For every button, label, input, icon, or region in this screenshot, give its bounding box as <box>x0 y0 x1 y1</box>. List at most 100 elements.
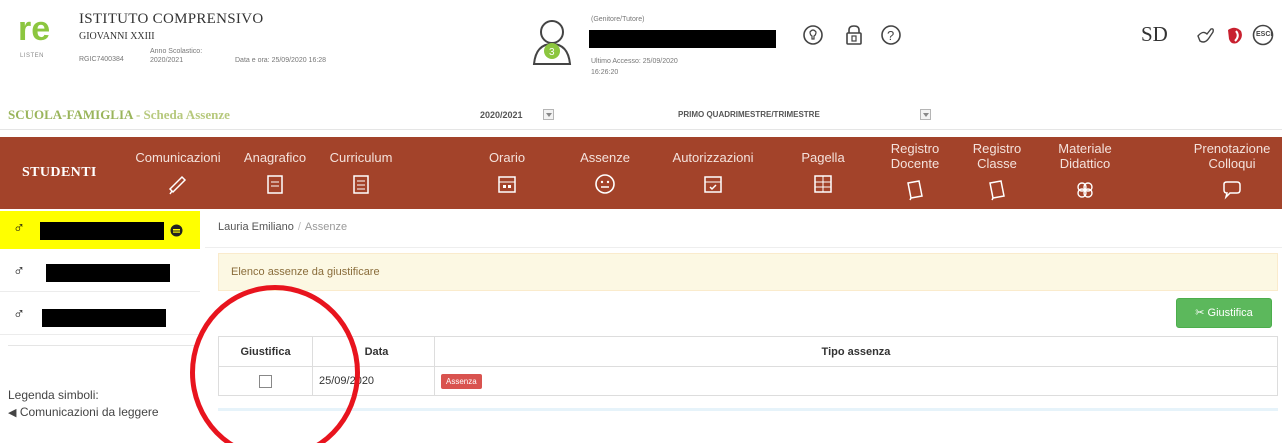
header-data: Data <box>312 336 435 367</box>
breadcrumb-current: Assenze <box>304 221 348 233</box>
smiley-icon <box>595 174 615 194</box>
nav-label-line1: Registro <box>972 141 1022 156</box>
nav-comunicazioni[interactable]: Comunicazioni <box>128 137 228 209</box>
info-alert: Elenco assenze da giustificare <box>218 253 1278 291</box>
nav-anagrafico[interactable]: Anagrafico <box>232 137 318 209</box>
nav-materiale-didattico[interactable]: Materiale Didattico <box>1045 137 1125 209</box>
document-icon <box>353 175 369 194</box>
megaphone-icon: ◀ <box>8 407 17 419</box>
student-name-redacted <box>40 222 164 240</box>
male-icon: ♂ <box>13 263 25 280</box>
logo-subtext: LISTEN <box>20 53 45 59</box>
student-row[interactable]: ♂ <box>0 254 200 292</box>
legend-title: Legenda simboli: <box>8 388 99 402</box>
calendar-icon <box>498 176 516 193</box>
top-header: re LISTEN ISTITUTO COMPRENSIVO GIOVANNI … <box>0 0 1282 95</box>
nav-registro-classe[interactable]: Registro Classe <box>962 137 1032 209</box>
svg-text:?: ? <box>887 28 894 43</box>
message-alert-icon <box>170 224 183 237</box>
student-name-redacted <box>46 264 170 282</box>
nav-label: Assenze <box>580 150 630 165</box>
report-card-icon <box>814 175 832 193</box>
breadcrumb-divider <box>205 247 1282 248</box>
absence-type-badge: Assenza <box>441 373 482 389</box>
lock-icon[interactable] <box>843 24 865 46</box>
table-row: 25/09/2020 Assenza <box>218 366 1278 396</box>
nav-label: Curriculum <box>329 150 393 165</box>
table-header-row: Giustifica Data Tipo assenza <box>218 336 1278 367</box>
section-bar: SCUOLA-FAMIGLIA - Scheda Assenze 2020/20… <box>0 100 1282 130</box>
id-card-icon <box>267 175 283 194</box>
student-row[interactable]: ♂ <box>0 211 200 249</box>
nav-registro-docente[interactable]: Registro Docente <box>880 137 950 209</box>
megaphone-icon <box>168 175 187 195</box>
male-icon: ♂ <box>13 220 25 237</box>
giustifica-checkbox[interactable] <box>259 374 272 388</box>
flower-icon <box>1077 182 1093 198</box>
main-nav: STUDENTI Comunicazioni Anagrafico Curric… <box>0 137 1282 209</box>
date-time: Data e ora: 25/09/2020 16:28 <box>235 57 327 64</box>
school-name: ISTITUTO COMPRENSIVO <box>79 11 264 27</box>
nav-curriculum[interactable]: Curriculum <box>318 137 404 209</box>
breadcrumb-student[interactable]: Lauria Emiliano <box>218 221 294 233</box>
nav-autorizzazioni[interactable]: Autorizzazioni <box>658 137 768 209</box>
speech-icon <box>1223 181 1241 200</box>
nav-label-line2: Classe <box>977 156 1017 171</box>
svg-text:3: 3 <box>549 47 555 58</box>
help-icon[interactable]: ? <box>880 24 902 46</box>
nav-label-line2: Didattico <box>1059 156 1111 171</box>
legend-item-label: Comunicazioni da leggere <box>19 405 159 419</box>
user-role: (Genitore/Tutore) <box>591 16 645 23</box>
giustifica-cell <box>218 366 313 396</box>
period-select-value: PRIMO QUADRIMESTRE/TRIMESTRE <box>678 110 820 119</box>
lightbulb-icon[interactable] <box>802 24 824 46</box>
nav-label: Orario <box>488 150 526 165</box>
hand-icon[interactable] <box>1195 24 1217 46</box>
studenti-label[interactable]: STUDENTI <box>22 165 97 181</box>
giustifica-button[interactable]: ✂ Giustifica <box>1176 298 1272 328</box>
sidebar-divider <box>8 345 198 346</box>
student-row[interactable]: ♂ <box>0 297 200 335</box>
school-subtitle: GIOVANNI XXIII <box>79 31 155 42</box>
book-icon <box>989 180 1005 201</box>
svg-text:re: re <box>18 14 50 44</box>
type-cell: Assenza <box>434 366 1278 396</box>
anno-value: 2020/2021 <box>150 57 184 64</box>
student-name-redacted <box>42 309 166 327</box>
period-dropdown-icon[interactable] <box>920 109 931 120</box>
user-avatar-icon[interactable]: 3 <box>530 18 574 66</box>
breadcrumb: Lauria Emiliano / Assenze <box>218 221 1282 243</box>
nav-prenotazione-colloqui[interactable]: Prenotazione Colloqui <box>1182 137 1282 209</box>
nav-label-line1: Materiale <box>1058 141 1112 156</box>
table-footer-line <box>218 408 1278 411</box>
scissors-icon: ✂ <box>1195 307 1205 319</box>
nav-pagella[interactable]: Pagella <box>790 137 856 209</box>
section-title: SCUOLA-FAMIGLIA - Scheda Assenze <box>8 107 230 123</box>
section-page: - Scheda Assenze <box>132 107 230 122</box>
breadcrumb-separator: / <box>297 221 301 233</box>
nav-label: Comunicazioni <box>135 150 221 165</box>
nav-label: Pagella <box>801 150 845 165</box>
alert-text: Elenco assenze da giustificare <box>231 266 380 278</box>
nav-label: Autorizzazioni <box>672 150 754 165</box>
nav-assenze[interactable]: Assenze <box>572 137 638 209</box>
re-logo-icon[interactable]: re <box>18 14 66 44</box>
last-access: Ultimo Accesso: 25/09/2020 <box>591 58 678 65</box>
section-name: SCUOLA-FAMIGLIA <box>8 107 133 122</box>
absences-table: Giustifica Data Tipo assenza 25/09/2020 … <box>218 336 1278 396</box>
year-select-value: 2020/2021 <box>480 110 523 120</box>
book-icon <box>907 180 923 201</box>
nav-orario[interactable]: Orario <box>477 137 537 209</box>
legend-item: ◀ Comunicazioni da leggere <box>8 405 159 419</box>
year-dropdown-icon[interactable] <box>543 109 554 120</box>
calendar-check-icon <box>704 176 722 193</box>
nav-label: Anagrafico <box>243 150 307 165</box>
sd-logo[interactable]: SD <box>1141 22 1168 47</box>
red-logo-icon[interactable] <box>1224 24 1246 46</box>
nav-label-line2: Colloqui <box>1208 156 1256 171</box>
esci-label[interactable]: ESCI <box>1256 31 1272 38</box>
giustifica-button-label: Giustifica <box>1207 307 1253 319</box>
user-name-redacted <box>589 30 776 48</box>
last-access-time: 16:26:20 <box>591 69 619 76</box>
header-tipo-assenza: Tipo assenza <box>434 336 1278 367</box>
